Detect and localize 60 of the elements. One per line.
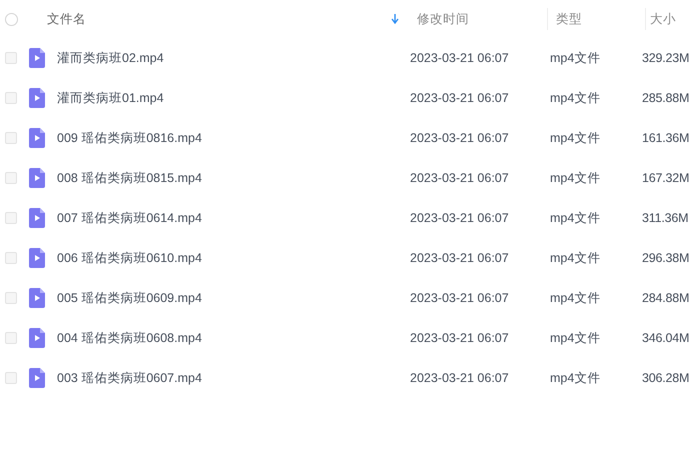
row-checkbox[interactable]	[5, 332, 17, 344]
sort-arrow-icon[interactable]	[391, 14, 399, 24]
file-name[interactable]: 008 瑶佑类病班0815.mp4	[57, 170, 202, 186]
row-checkbox[interactable]	[5, 132, 17, 144]
file-type: mp4文件	[550, 370, 600, 384]
row-checkbox[interactable]	[5, 292, 17, 304]
file-name[interactable]: 灌而类病班01.mp4	[57, 90, 164, 106]
modified-time: 2023-03-21 06:07	[410, 371, 509, 385]
video-file-icon	[29, 248, 45, 268]
select-all-checkbox[interactable]	[5, 12, 18, 26]
modified-time: 2023-03-21 06:07	[410, 251, 509, 265]
row-checkbox[interactable]	[5, 172, 17, 184]
row-checkbox[interactable]	[5, 212, 17, 224]
file-size: 346.04M	[642, 331, 690, 345]
file-name[interactable]: 006 瑶佑类病班0610.mp4	[57, 250, 202, 266]
file-name[interactable]: 灌而类病班02.mp4	[57, 50, 164, 66]
file-type: mp4文件	[550, 130, 600, 144]
row-checkbox[interactable]	[5, 252, 17, 264]
file-name[interactable]: 007 瑶佑类病班0614.mp4	[57, 210, 202, 226]
column-header[interactable]: 修改时间	[417, 10, 469, 28]
column-header[interactable]: 类型	[556, 10, 582, 28]
modified-time: 2023-03-21 06:07	[410, 131, 509, 145]
video-file-icon	[29, 88, 45, 108]
file-type: mp4文件	[550, 90, 600, 104]
file-name[interactable]: 005 瑶佑类病班0609.mp4	[57, 290, 202, 306]
video-file-icon	[29, 328, 45, 348]
column-header[interactable]: 大小	[650, 10, 676, 28]
file-size: 285.88M	[642, 91, 690, 105]
file-type: mp4文件	[550, 290, 600, 304]
video-file-icon	[29, 48, 45, 68]
modified-time: 2023-03-21 06:07	[410, 171, 509, 185]
file-name[interactable]: 004 瑶佑类病班0608.mp4	[57, 330, 202, 346]
file-type: mp4文件	[550, 170, 600, 184]
file-size: 296.38M	[642, 251, 690, 265]
file-size: 306.28M	[642, 371, 690, 385]
file-size: 311.36M	[642, 211, 688, 225]
file-size: 161.36M	[642, 131, 690, 145]
row-checkbox[interactable]	[5, 52, 17, 64]
modified-time: 2023-03-21 06:07	[410, 331, 509, 345]
file-type: mp4文件	[550, 250, 600, 264]
file-size: 329.23M	[642, 51, 690, 65]
video-file-icon	[29, 168, 45, 188]
video-file-icon	[29, 128, 45, 148]
video-file-icon	[29, 288, 45, 308]
video-file-icon	[29, 368, 45, 388]
row-checkbox[interactable]	[5, 92, 17, 104]
modified-time: 2023-03-21 06:07	[410, 211, 509, 225]
modified-time: 2023-03-21 06:07	[410, 91, 509, 105]
file-name[interactable]: 003 瑶佑类病班0607.mp4	[57, 370, 202, 386]
file-size: 167.32M	[642, 171, 690, 185]
file-type: mp4文件	[550, 210, 600, 224]
file-type: mp4文件	[550, 330, 600, 344]
modified-time: 2023-03-21 06:07	[410, 291, 509, 305]
file-size: 284.88M	[642, 291, 690, 305]
row-checkbox[interactable]	[5, 372, 17, 384]
file-name[interactable]: 009 瑶佑类病班0816.mp4	[57, 130, 202, 146]
column-header[interactable]: 文件名	[47, 10, 86, 28]
modified-time: 2023-03-21 06:07	[410, 51, 509, 65]
video-file-icon	[29, 208, 45, 228]
file-type: mp4文件	[550, 50, 600, 64]
